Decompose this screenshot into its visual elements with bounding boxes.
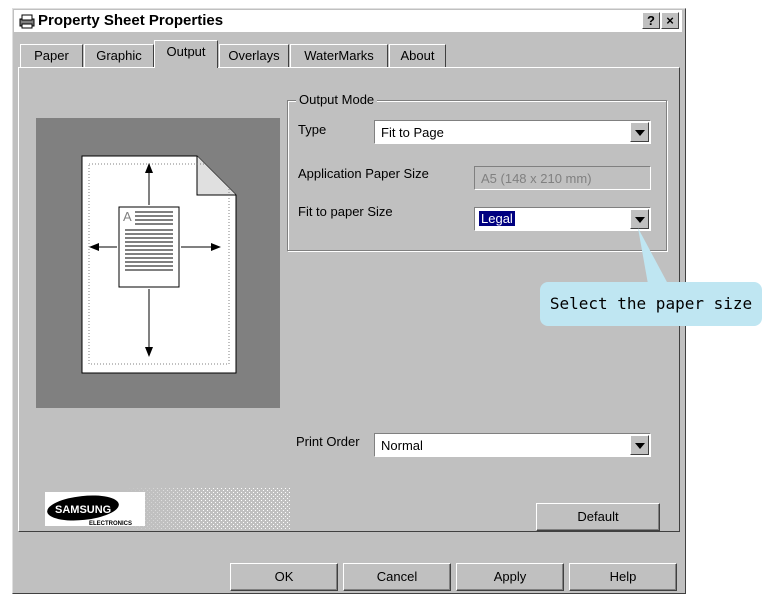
print-order-label: Print Order <box>296 434 360 449</box>
page-preview-icon: A <box>81 155 237 374</box>
tab-graphic[interactable]: Graphic <box>84 44 154 67</box>
callout-tooltip: Select the paper size <box>540 282 762 326</box>
window-title: Property Sheet Properties <box>38 12 224 29</box>
help-button[interactable]: Help <box>569 563 677 591</box>
app-paper-size-value: A5 (148 x 210 mm) <box>481 171 592 186</box>
samsung-logo: SAMSUNG ELECTRONICS <box>45 488 290 530</box>
printer-icon <box>19 14 35 29</box>
default-button[interactable]: Default <box>536 503 660 531</box>
cancel-button[interactable]: Cancel <box>343 563 451 591</box>
type-label: Type <box>298 122 327 137</box>
apply-button[interactable]: Apply <box>456 563 564 591</box>
logo-brand: SAMSUNG <box>55 504 111 516</box>
fit-paper-size-value: Legal <box>478 210 516 227</box>
print-order-select[interactable]: Normal <box>374 433 651 457</box>
active-tab-joint <box>155 66 217 69</box>
tab-about[interactable]: About <box>389 44 446 67</box>
tab-output[interactable]: Output <box>154 40 218 68</box>
output-mode-label: Output Mode <box>296 92 378 107</box>
chevron-down-icon[interactable] <box>630 435 649 455</box>
close-button[interactable]: × <box>661 12 679 29</box>
help-title-button[interactable]: ? <box>642 12 660 29</box>
chevron-down-icon[interactable] <box>630 122 649 142</box>
tab-overlays[interactable]: Overlays <box>219 44 289 67</box>
page-letter: A <box>123 209 132 224</box>
type-select[interactable]: Fit to Page <box>374 120 651 144</box>
app-paper-size-label: Application Paper Size <box>298 166 429 181</box>
type-value: Fit to Page <box>381 125 444 140</box>
app-paper-size-field: A5 (148 x 210 mm) <box>474 166 651 190</box>
title-bar[interactable]: Property Sheet Properties ? × <box>14 10 682 32</box>
chevron-down-icon[interactable] <box>630 209 649 229</box>
fit-paper-size-label: Fit to paper Size <box>298 204 393 219</box>
logo-sub: ELECTRONICS <box>89 521 132 527</box>
tab-watermarks[interactable]: WaterMarks <box>290 44 388 67</box>
ok-button[interactable]: OK <box>230 563 338 591</box>
tab-paper[interactable]: Paper <box>20 44 83 67</box>
callout-pointer <box>638 228 668 284</box>
print-order-value: Normal <box>381 438 423 453</box>
